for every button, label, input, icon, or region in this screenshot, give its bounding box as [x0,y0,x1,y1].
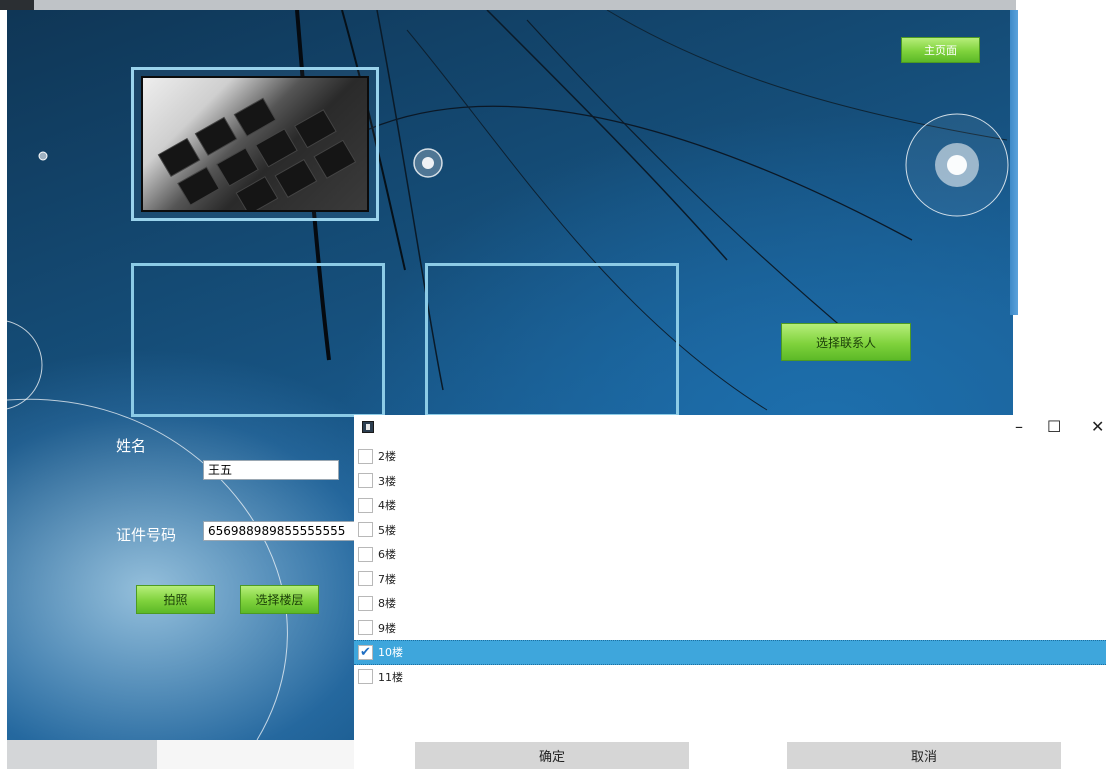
floor-row[interactable]: 4楼 [354,493,1106,518]
image-slot-1 [131,263,385,417]
floor-row[interactable]: 8楼 [354,591,1106,616]
app-icon [362,421,374,433]
image-slot-2 [425,263,679,417]
captured-photo [141,76,369,212]
floor-label: 7楼 [378,572,396,586]
floor-row[interactable]: 2楼 [354,444,1106,469]
floor-label: 9楼 [378,621,396,635]
take-photo-button[interactable]: 拍照 [136,585,215,614]
cancel-button[interactable]: 取消 [787,742,1061,769]
name-input[interactable]: 王五 [203,460,339,480]
floor-label: 10楼 [378,646,403,660]
floor-row[interactable]: 3楼 [354,469,1106,494]
floor-label: 11楼 [378,670,403,684]
window-top-strip [0,0,1016,10]
floor-label: 3楼 [378,474,396,488]
floor-checkbox[interactable] [358,522,373,538]
select-contact-button[interactable]: 选择联系人 [781,323,911,361]
floor-row[interactable]: 11楼 [354,665,1106,690]
floor-checkbox[interactable] [358,595,373,611]
select-floor-button[interactable]: 选择楼层 [240,585,319,614]
floor-checkbox[interactable] [358,546,373,562]
floor-checkbox-checked[interactable]: ✔ [358,644,373,660]
floor-checkbox[interactable] [358,620,373,636]
floor-select-dialog: – ☐ ✕ 2楼 3楼 4楼 5楼 6楼 7楼 8楼 9楼 ✔ 10楼 11楼 … [354,415,1106,769]
floor-label: 8楼 [378,597,396,611]
id-number-input[interactable]: 656988989855555555 [203,521,363,541]
floor-checkbox[interactable] [358,473,373,489]
floor-label: 5楼 [378,523,396,537]
floor-checkbox[interactable] [358,669,373,685]
floor-row[interactable]: 9楼 [354,616,1106,641]
floor-label: 4楼 [378,499,396,513]
window-edge [1010,10,1018,315]
photo-preview-frame [131,67,379,221]
taskbar-fragment-light [157,740,354,769]
floor-label: 6楼 [378,548,396,562]
floor-row[interactable]: 5楼 [354,518,1106,543]
maximize-icon[interactable]: ☐ [1047,417,1061,436]
confirm-button[interactable]: 确定 [415,742,689,769]
floor-row[interactable]: 6楼 [354,542,1106,567]
floor-row-selected[interactable]: ✔ 10楼 [354,640,1106,665]
name-label: 姓名 [116,437,147,455]
floor-checkbox[interactable] [358,448,373,464]
home-button[interactable]: 主页面 [901,37,980,63]
floor-row[interactable]: 7楼 [354,567,1106,592]
taskbar-fragment [7,740,157,769]
window-top-corner [0,0,34,10]
close-icon[interactable]: ✕ [1091,417,1104,436]
floor-checkbox[interactable] [358,497,373,513]
id-number-label: 证件号码 [116,526,177,544]
floor-checkbox[interactable] [358,571,373,587]
floor-label: 2楼 [378,450,396,464]
minimize-icon[interactable]: – [1015,417,1023,436]
floor-list: 2楼 3楼 4楼 5楼 6楼 7楼 8楼 9楼 ✔ 10楼 11楼 [354,444,1106,689]
